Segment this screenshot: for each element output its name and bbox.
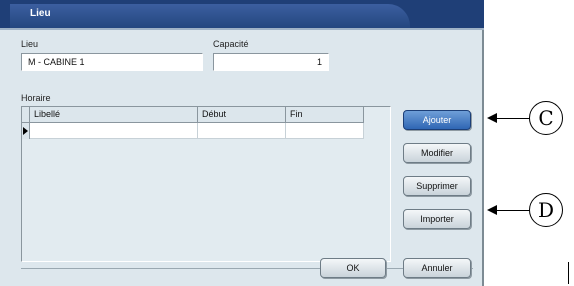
horaire-label: Horaire <box>21 93 51 103</box>
callout-d-line <box>496 210 530 211</box>
title-separator <box>0 28 484 30</box>
horaire-grid[interactable]: Libellé Début Fin <box>21 106 391 262</box>
callout-vertical-line <box>568 262 569 284</box>
title-bar: Lieu <box>0 0 484 28</box>
window-title: Lieu <box>30 8 51 19</box>
annuler-button[interactable]: Annuler <box>403 258 471 278</box>
cell-debut[interactable] <box>198 123 286 139</box>
column-header-libelle[interactable]: Libellé <box>30 107 198 123</box>
ajouter-button[interactable]: Ajouter <box>403 110 471 130</box>
cell-fin[interactable] <box>286 123 364 139</box>
grid-header: Libellé Début Fin <box>22 107 364 123</box>
callout-c-line <box>496 118 530 119</box>
cell-libelle[interactable] <box>30 123 198 139</box>
supprimer-button[interactable]: Supprimer <box>403 176 471 196</box>
callout-c-circle: C <box>529 101 563 135</box>
lieu-dialog: Lieu Lieu M - CABINE 1 Capacité 1 Horair… <box>0 0 484 286</box>
current-row-arrow-icon <box>23 127 28 135</box>
row-indicator <box>22 123 30 139</box>
importer-button[interactable]: Importer <box>403 209 471 229</box>
lieu-field[interactable]: M - CABINE 1 <box>21 53 203 71</box>
ok-button[interactable]: OK <box>320 258 386 278</box>
callout-d-circle: D <box>529 193 563 227</box>
capacite-field[interactable]: 1 <box>213 53 329 71</box>
column-header-debut[interactable]: Début <box>198 107 286 123</box>
lieu-label: Lieu <box>21 39 39 49</box>
modifier-button[interactable]: Modifier <box>403 143 471 163</box>
title-tab <box>10 4 410 28</box>
capacite-label: Capacité <box>213 39 249 49</box>
grid-corner <box>22 107 30 123</box>
column-header-fin[interactable]: Fin <box>286 107 364 123</box>
table-row[interactable] <box>22 123 364 139</box>
